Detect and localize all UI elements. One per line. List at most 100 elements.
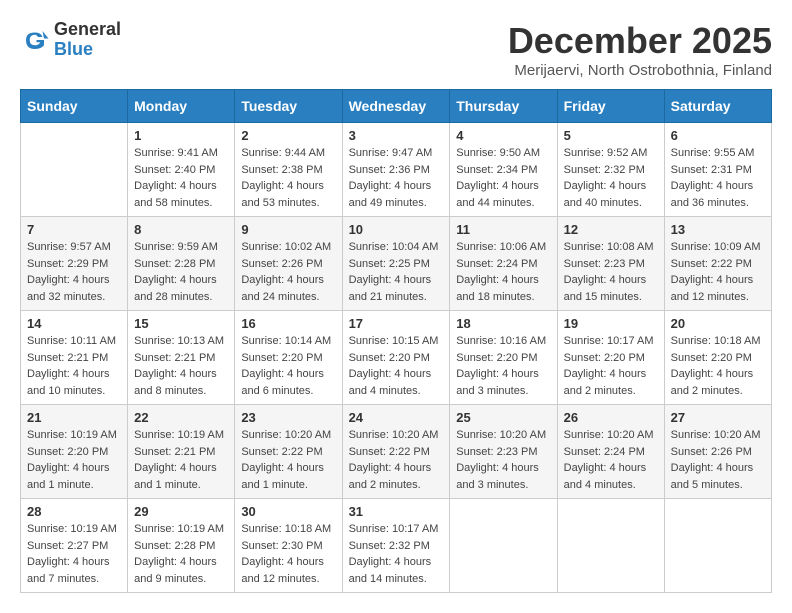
day-info: Sunrise: 10:08 AMSunset: 2:23 PMDaylight…	[564, 239, 658, 305]
calendar-cell: 28 Sunrise: 10:19 AMSunset: 2:27 PMDaylig…	[21, 499, 128, 593]
calendar-cell: 2 Sunrise: 9:44 AMSunset: 2:38 PMDaylight…	[235, 123, 342, 217]
day-info: Sunrise: 9:59 AMSunset: 2:28 PMDaylight:…	[134, 239, 228, 305]
calendar-cell: 7 Sunrise: 9:57 AMSunset: 2:29 PMDaylight…	[21, 217, 128, 311]
calendar-cell: 21Sunrise: 10:19 AMSunset: 2:20 PMDaylig…	[21, 405, 128, 499]
day-number: 15	[134, 316, 228, 331]
day-info: Sunrise: 10:13 AMSunset: 2:21 PMDaylight…	[134, 333, 228, 399]
day-info: Sunrise: 10:18 AMSunset: 2:20 PMDaylight…	[671, 333, 765, 399]
day-info: Sunrise: 9:55 AMSunset: 2:31 PMDaylight:…	[671, 145, 765, 211]
day-info: Sunrise: 10:20 AMSunset: 2:26 PMDaylight…	[671, 427, 765, 493]
day-number: 18	[456, 316, 550, 331]
day-info: Sunrise: 10:19 AMSunset: 2:27 PMDaylight…	[27, 521, 121, 587]
weekday-header-friday: Friday	[557, 90, 664, 123]
calendar-cell: 13 Sunrise: 10:09 AMSunset: 2:22 PMDaylig…	[664, 217, 771, 311]
calendar-cell: 9Sunrise: 10:02 AMSunset: 2:26 PMDayligh…	[235, 217, 342, 311]
calendar-cell: 15 Sunrise: 10:13 AMSunset: 2:21 PMDaylig…	[128, 311, 235, 405]
calendar-cell	[557, 499, 664, 593]
day-number: 29	[134, 504, 228, 519]
day-number: 24	[349, 410, 444, 425]
day-number: 28	[27, 504, 121, 519]
calendar-cell: 25 Sunrise: 10:20 AMSunset: 2:23 PMDaylig…	[450, 405, 557, 499]
logo-text: General Blue	[54, 20, 121, 60]
calendar-cell: 14 Sunrise: 10:11 AMSunset: 2:21 PMDaylig…	[21, 311, 128, 405]
week-row-4: 21Sunrise: 10:19 AMSunset: 2:20 PMDaylig…	[21, 405, 772, 499]
calendar-cell	[450, 499, 557, 593]
day-info: Sunrise: 10:06 AMSunset: 2:24 PMDaylight…	[456, 239, 550, 305]
day-info: Sunrise: 10:19 AMSunset: 2:21 PMDaylight…	[134, 427, 228, 493]
week-row-2: 7 Sunrise: 9:57 AMSunset: 2:29 PMDaylight…	[21, 217, 772, 311]
calendar-cell	[664, 499, 771, 593]
weekday-header-sunday: Sunday	[21, 90, 128, 123]
calendar-cell: 16 Sunrise: 10:14 AMSunset: 2:20 PMDaylig…	[235, 311, 342, 405]
day-info: Sunrise: 9:41 AMSunset: 2:40 PMDaylight:…	[134, 145, 228, 211]
day-info: Sunrise: 10:09 AMSunset: 2:22 PMDaylight…	[671, 239, 765, 305]
calendar-cell: 27 Sunrise: 10:20 AMSunset: 2:26 PMDaylig…	[664, 405, 771, 499]
day-number: 8	[134, 222, 228, 237]
calendar-cell: 3 Sunrise: 9:47 AMSunset: 2:36 PMDaylight…	[342, 123, 450, 217]
day-info: Sunrise: 9:52 AMSunset: 2:32 PMDaylight:…	[564, 145, 658, 211]
location: Merijaervi, North Ostrobothnia, Finland	[508, 62, 772, 79]
weekday-header-tuesday: Tuesday	[235, 90, 342, 123]
calendar-cell: 31 Sunrise: 10:17 AMSunset: 2:32 PMDaylig…	[342, 499, 450, 593]
day-info: Sunrise: 9:44 AMSunset: 2:38 PMDaylight:…	[241, 145, 335, 211]
day-info: Sunrise: 9:47 AMSunset: 2:36 PMDaylight:…	[349, 145, 444, 211]
weekday-header-monday: Monday	[128, 90, 235, 123]
day-number: 5	[564, 128, 658, 143]
week-row-3: 14 Sunrise: 10:11 AMSunset: 2:21 PMDaylig…	[21, 311, 772, 405]
week-row-1: 1Sunrise: 9:41 AMSunset: 2:40 PMDaylight…	[21, 123, 772, 217]
day-number: 31	[349, 504, 444, 519]
calendar-cell: 29Sunrise: 10:19 AMSunset: 2:28 PMDaylig…	[128, 499, 235, 593]
day-number: 17	[349, 316, 444, 331]
day-info: Sunrise: 10:20 AMSunset: 2:24 PMDaylight…	[564, 427, 658, 493]
weekday-header-row: SundayMondayTuesdayWednesdayThursdayFrid…	[21, 90, 772, 123]
day-number: 12	[564, 222, 658, 237]
day-info: Sunrise: 10:20 AMSunset: 2:23 PMDaylight…	[456, 427, 550, 493]
day-number: 4	[456, 128, 550, 143]
day-number: 27	[671, 410, 765, 425]
weekday-header-thursday: Thursday	[450, 90, 557, 123]
day-number: 2	[241, 128, 335, 143]
day-number: 21	[27, 410, 121, 425]
day-number: 3	[349, 128, 444, 143]
day-number: 11	[456, 222, 550, 237]
day-number: 7	[27, 222, 121, 237]
day-info: Sunrise: 10:18 AMSunset: 2:30 PMDaylight…	[241, 521, 335, 587]
calendar-cell: 17Sunrise: 10:15 AMSunset: 2:20 PMDaylig…	[342, 311, 450, 405]
day-info: Sunrise: 10:14 AMSunset: 2:20 PMDaylight…	[241, 333, 335, 399]
logo-general: General	[54, 20, 121, 40]
calendar: SundayMondayTuesdayWednesdayThursdayFrid…	[20, 89, 772, 593]
logo-blue: Blue	[54, 40, 121, 60]
calendar-cell: 5 Sunrise: 9:52 AMSunset: 2:32 PMDaylight…	[557, 123, 664, 217]
page-header: General Blue December 2025 Merijaervi, N…	[20, 20, 772, 79]
calendar-cell: 12 Sunrise: 10:08 AMSunset: 2:23 PMDaylig…	[557, 217, 664, 311]
logo-icon	[20, 25, 50, 55]
weekday-header-wednesday: Wednesday	[342, 90, 450, 123]
calendar-cell	[21, 123, 128, 217]
calendar-cell: 23Sunrise: 10:20 AMSunset: 2:22 PMDaylig…	[235, 405, 342, 499]
logo: General Blue	[20, 20, 121, 60]
day-number: 16	[241, 316, 335, 331]
day-number: 10	[349, 222, 444, 237]
month-title: December 2025	[508, 20, 772, 62]
day-number: 6	[671, 128, 765, 143]
day-number: 23	[241, 410, 335, 425]
calendar-cell: 22 Sunrise: 10:19 AMSunset: 2:21 PMDaylig…	[128, 405, 235, 499]
week-row-5: 28 Sunrise: 10:19 AMSunset: 2:27 PMDaylig…	[21, 499, 772, 593]
calendar-cell: 8 Sunrise: 9:59 AMSunset: 2:28 PMDaylight…	[128, 217, 235, 311]
day-info: Sunrise: 9:57 AMSunset: 2:29 PMDaylight:…	[27, 239, 121, 305]
calendar-cell: 6 Sunrise: 9:55 AMSunset: 2:31 PMDaylight…	[664, 123, 771, 217]
day-info: Sunrise: 9:50 AMSunset: 2:34 PMDaylight:…	[456, 145, 550, 211]
day-info: Sunrise: 10:16 AMSunset: 2:20 PMDaylight…	[456, 333, 550, 399]
day-info: Sunrise: 10:20 AMSunset: 2:22 PMDaylight…	[349, 427, 444, 493]
day-number: 9	[241, 222, 335, 237]
day-number: 14	[27, 316, 121, 331]
day-number: 22	[134, 410, 228, 425]
calendar-cell: 20Sunrise: 10:18 AMSunset: 2:20 PMDaylig…	[664, 311, 771, 405]
day-info: Sunrise: 10:17 AMSunset: 2:32 PMDaylight…	[349, 521, 444, 587]
day-number: 25	[456, 410, 550, 425]
calendar-cell: 1Sunrise: 9:41 AMSunset: 2:40 PMDaylight…	[128, 123, 235, 217]
day-info: Sunrise: 10:11 AMSunset: 2:21 PMDaylight…	[27, 333, 121, 399]
day-info: Sunrise: 10:17 AMSunset: 2:20 PMDaylight…	[564, 333, 658, 399]
calendar-cell: 18 Sunrise: 10:16 AMSunset: 2:20 PMDaylig…	[450, 311, 557, 405]
day-number: 13	[671, 222, 765, 237]
